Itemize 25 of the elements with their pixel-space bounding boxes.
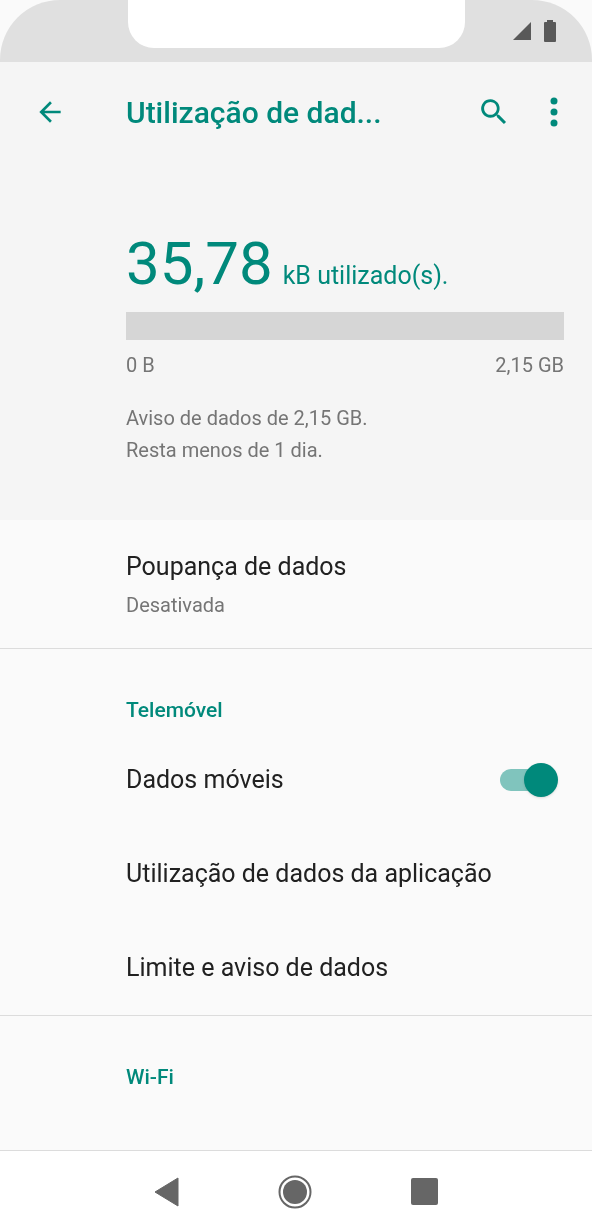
row-title: Limite e aviso de dados bbox=[126, 951, 390, 984]
section-header: Wi-Fi bbox=[125, 1063, 175, 1091]
row-title: Dados móveis bbox=[126, 763, 284, 796]
recents-icon[interactable] bbox=[410, 1178, 438, 1205]
settings-row[interactable]: Poupança de dados Desativada bbox=[0, 520, 592, 648]
battery-icon bbox=[544, 20, 556, 42]
max-label: 2,15 GB bbox=[495, 352, 564, 379]
settings-row[interactable]: Utilização de dados da aplicação bbox=[0, 826, 592, 921]
usage-unit: kB utilizado(s). bbox=[282, 260, 449, 292]
toggle-switch[interactable] bbox=[500, 762, 558, 797]
row-subtitle: Desativada bbox=[126, 591, 226, 619]
more-options-icon bbox=[550, 96, 558, 128]
row-title: Utilização de dados da aplicação bbox=[126, 857, 493, 890]
row-title: Poupança de dados bbox=[126, 551, 348, 584]
signal-icon bbox=[513, 22, 531, 40]
home-icon[interactable] bbox=[278, 1174, 313, 1209]
usage-note: Resta menos de 1 dia. bbox=[126, 437, 324, 464]
toolbar-title: Utilização de dad... bbox=[126, 93, 382, 132]
usage-amount: 35,78 bbox=[126, 234, 273, 294]
section-header: Telemóvel bbox=[125, 697, 224, 724]
settings-row[interactable]: Dados móveis bbox=[0, 732, 592, 827]
back-icon[interactable] bbox=[154, 1176, 181, 1207]
min-label: 0 B bbox=[126, 352, 155, 379]
settings-row[interactable]: Limite e aviso de dados bbox=[0, 920, 592, 1015]
usage-note: Aviso de dados de 2,15 GB. bbox=[126, 405, 369, 432]
